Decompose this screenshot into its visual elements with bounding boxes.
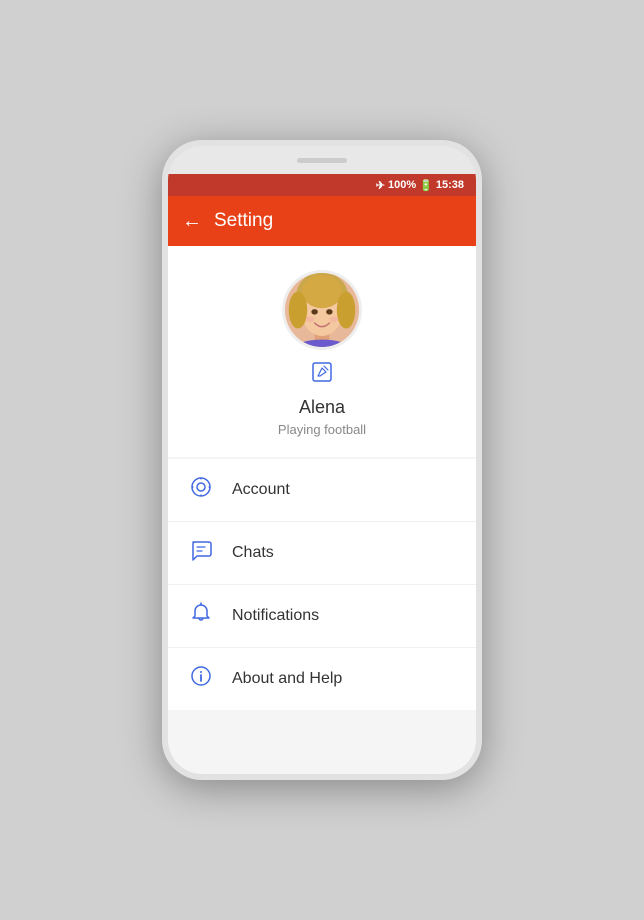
menu-item-notifications[interactable]: Notifications [168,585,476,648]
phone-speaker [297,158,347,163]
about-help-icon [188,664,214,694]
main-content: Alena Playing football [168,246,476,774]
battery-icon: 🔋 [419,179,433,192]
status-icons: ✈ 100% 🔋 15:38 [376,179,464,192]
notifications-label: Notifications [232,607,319,625]
app-bar: ← Setting [168,196,476,246]
phone-device: ✈ 100% 🔋 15:38 ← Setting [162,140,482,780]
notifications-icon [188,601,214,631]
clock: 15:38 [436,179,464,191]
avatar [282,270,362,350]
profile-card: Alena Playing football [168,246,476,457]
profile-name: Alena [299,397,345,418]
profile-status-text: Playing football [278,422,366,437]
edit-profile-button[interactable] [310,360,334,389]
phone-notch [168,146,476,174]
chats-icon [188,538,214,568]
battery-level: 100% [388,179,416,191]
account-icon [188,475,214,505]
menu-item-about-help[interactable]: About and Help [168,648,476,710]
page-title: Setting [214,210,273,232]
menu-item-account[interactable]: Account [168,459,476,522]
airplane-icon: ✈ [376,179,385,192]
avatar-image [285,273,359,347]
status-bar: ✈ 100% 🔋 15:38 [168,174,476,196]
account-label: Account [232,481,290,499]
back-button[interactable]: ← [182,210,202,233]
menu-item-chats[interactable]: Chats [168,522,476,585]
chats-label: Chats [232,544,274,562]
settings-menu: Account Chats [168,459,476,710]
about-help-label: About and Help [232,670,342,688]
phone-screen: ✈ 100% 🔋 15:38 ← Setting [168,174,476,774]
